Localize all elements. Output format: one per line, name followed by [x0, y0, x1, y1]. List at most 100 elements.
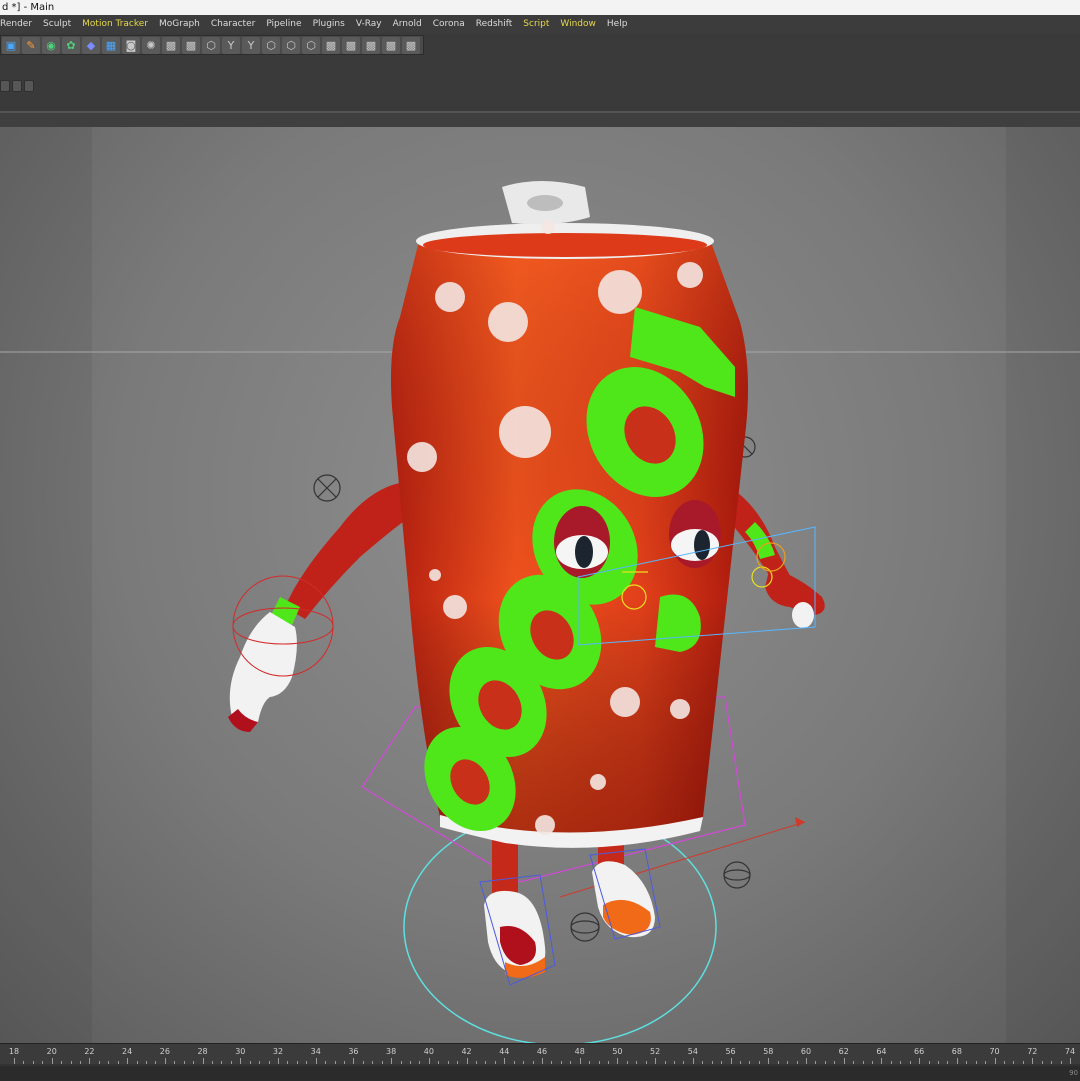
frame-minor-tick [598, 1061, 600, 1064]
box-icon[interactable]: ⬡ [202, 36, 220, 54]
box-icon[interactable]: ⬡ [302, 36, 320, 54]
frame-tick [956, 1058, 958, 1064]
3d-viewport[interactable] [0, 127, 1080, 1043]
frame-tick-label: 30 [235, 1047, 246, 1056]
frame-tick-label: 40 [423, 1047, 434, 1056]
frame-tick [843, 1058, 845, 1064]
frame-minor-tick [476, 1061, 477, 1064]
menu-item-window[interactable]: Window [560, 19, 596, 29]
menu-item-motion-tracker[interactable]: Motion Tracker [82, 19, 148, 29]
menu-item-redshift[interactable]: Redshift [476, 19, 513, 29]
menu-item-corona[interactable]: Corona [433, 19, 465, 29]
scene-render [0, 181, 1080, 1043]
menu-item-pipeline[interactable]: Pipeline [266, 19, 301, 29]
frame-minor-tick [947, 1061, 949, 1064]
frame-minor-tick [268, 1061, 270, 1064]
frame-tick [391, 1058, 393, 1064]
frame-tick [542, 1058, 543, 1064]
frame-tick-label: 52 [650, 1047, 661, 1056]
frame-minor-tick [146, 1061, 147, 1064]
frame-minor-tick [815, 1061, 817, 1064]
frame-minor-tick [457, 1061, 459, 1064]
frame-minor-tick [740, 1061, 741, 1064]
axis-icon[interactable]: Y [222, 36, 240, 54]
frame-minor-tick [485, 1061, 487, 1064]
frame-minor-tick [985, 1061, 987, 1064]
frame-minor-tick [834, 1061, 836, 1064]
frame-tick [692, 1058, 694, 1064]
menu-item-v-ray[interactable]: V-Ray [356, 19, 382, 29]
cloner-icon[interactable]: ✿ [62, 36, 80, 54]
menu-item-character[interactable]: Character [211, 19, 255, 29]
frame-minor-tick [344, 1061, 345, 1064]
grid-icon[interactable]: ▩ [402, 36, 420, 54]
frame-minor-tick [966, 1061, 968, 1064]
right-eye [669, 500, 721, 568]
frame-minor-tick [372, 1061, 374, 1064]
frame-tick-label: 48 [574, 1047, 585, 1056]
frame-minor-tick [589, 1061, 591, 1064]
frame-tick [202, 1058, 204, 1064]
box-icon[interactable]: ⬡ [262, 36, 280, 54]
menu-item-arnold[interactable]: Arnold [393, 19, 422, 29]
frame-tick [89, 1058, 91, 1064]
grid-icon[interactable]: ▩ [362, 36, 380, 54]
frame-tick-label: 26 [159, 1047, 170, 1056]
subdivide-icon[interactable]: ◉ [42, 36, 60, 54]
frame-tick-label: 36 [348, 1047, 359, 1056]
frame-minor-tick [1004, 1061, 1005, 1064]
grid-icon[interactable]: ▩ [382, 36, 400, 54]
frame-tick [14, 1058, 15, 1064]
grid-icon[interactable]: ▩ [322, 36, 340, 54]
mode-button[interactable] [12, 80, 22, 92]
frame-tick [240, 1058, 242, 1064]
grid-icon[interactable]: ▩ [342, 36, 360, 54]
frame-tick [806, 1058, 807, 1064]
axis-icon[interactable]: Y [242, 36, 260, 54]
frame-tick-label: 38 [386, 1047, 397, 1056]
frame-minor-tick [674, 1061, 675, 1064]
frame-tick [579, 1058, 581, 1064]
light-icon[interactable]: ✺ [142, 36, 160, 54]
frame-minor-tick [362, 1061, 364, 1064]
frame-minor-tick [117, 1061, 119, 1064]
frame-minor-tick [749, 1061, 751, 1064]
menu-item-help[interactable]: Help [607, 19, 628, 29]
timeline[interactable]: 18 20 22 24 26 28 30 32 34 36 38 40 42 44 46 48 50 52 54 56… [0, 1043, 1080, 1081]
mode-button[interactable] [24, 80, 34, 92]
frame-minor-tick [853, 1061, 855, 1064]
menu-item-script[interactable]: Script [523, 19, 549, 29]
frame-minor-tick [136, 1061, 138, 1064]
frame-tick-label: 64 [876, 1047, 887, 1056]
menu-item-sculpt[interactable]: Sculpt [43, 19, 71, 29]
floor-icon[interactable]: ▦ [102, 36, 120, 54]
frame-tick-label: 32 [272, 1047, 284, 1056]
menu-item-plugins[interactable]: Plugins [313, 19, 345, 29]
frame-tick-label: 20 [46, 1047, 57, 1056]
frame-minor-tick [664, 1061, 666, 1064]
frame-minor-tick [32, 1061, 34, 1064]
frame-tick [1032, 1058, 1034, 1064]
left-arm [285, 482, 410, 619]
frame-minor-tick [570, 1061, 572, 1064]
mode-button[interactable] [0, 80, 10, 92]
pen-icon[interactable]: ✎ [22, 36, 40, 54]
frame-tick-label: 62 [838, 1047, 849, 1056]
timeline-ruler[interactable]: 18 20 22 24 26 28 30 32 34 36 38 40 42 44 46 48 50 52 54 56… [0, 1044, 1080, 1064]
box-icon[interactable]: ⬡ [282, 36, 300, 54]
menu-item-render[interactable]: Render [0, 19, 32, 29]
camera-icon[interactable]: ◙ [122, 36, 140, 54]
frame-tick [315, 1058, 317, 1064]
grid-icon[interactable]: ▩ [182, 36, 200, 54]
frame-tick-label: 72 [1027, 1047, 1038, 1056]
frame-minor-tick [702, 1061, 704, 1064]
deformer-icon[interactable]: ◆ [82, 36, 100, 54]
frame-minor-tick [787, 1061, 789, 1064]
cube-icon[interactable]: ▣ [2, 36, 20, 54]
frame-tick [881, 1058, 883, 1064]
timeline-track[interactable]: 90 [0, 1066, 1080, 1081]
frame-tick-label: 50 [612, 1047, 623, 1056]
menu-item-mograph[interactable]: MoGraph [159, 19, 200, 29]
frame-minor-tick [230, 1061, 232, 1064]
grid-icon[interactable]: ▩ [162, 36, 180, 54]
